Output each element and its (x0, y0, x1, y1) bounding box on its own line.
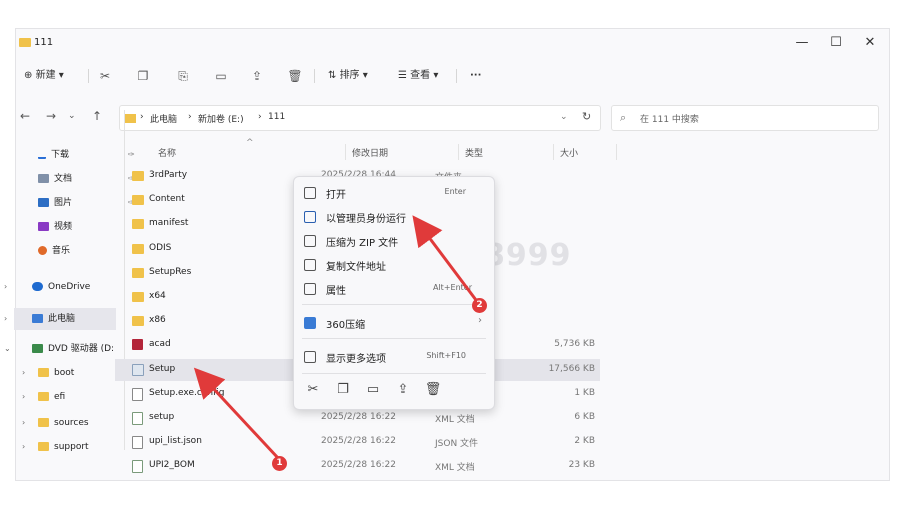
arrow-2 (412, 215, 478, 301)
annotation-arrows (193, 215, 478, 460)
step-badge-2: 2 (472, 298, 487, 313)
arrow-1 (193, 367, 280, 460)
step-badge-1: 1 (272, 456, 287, 471)
